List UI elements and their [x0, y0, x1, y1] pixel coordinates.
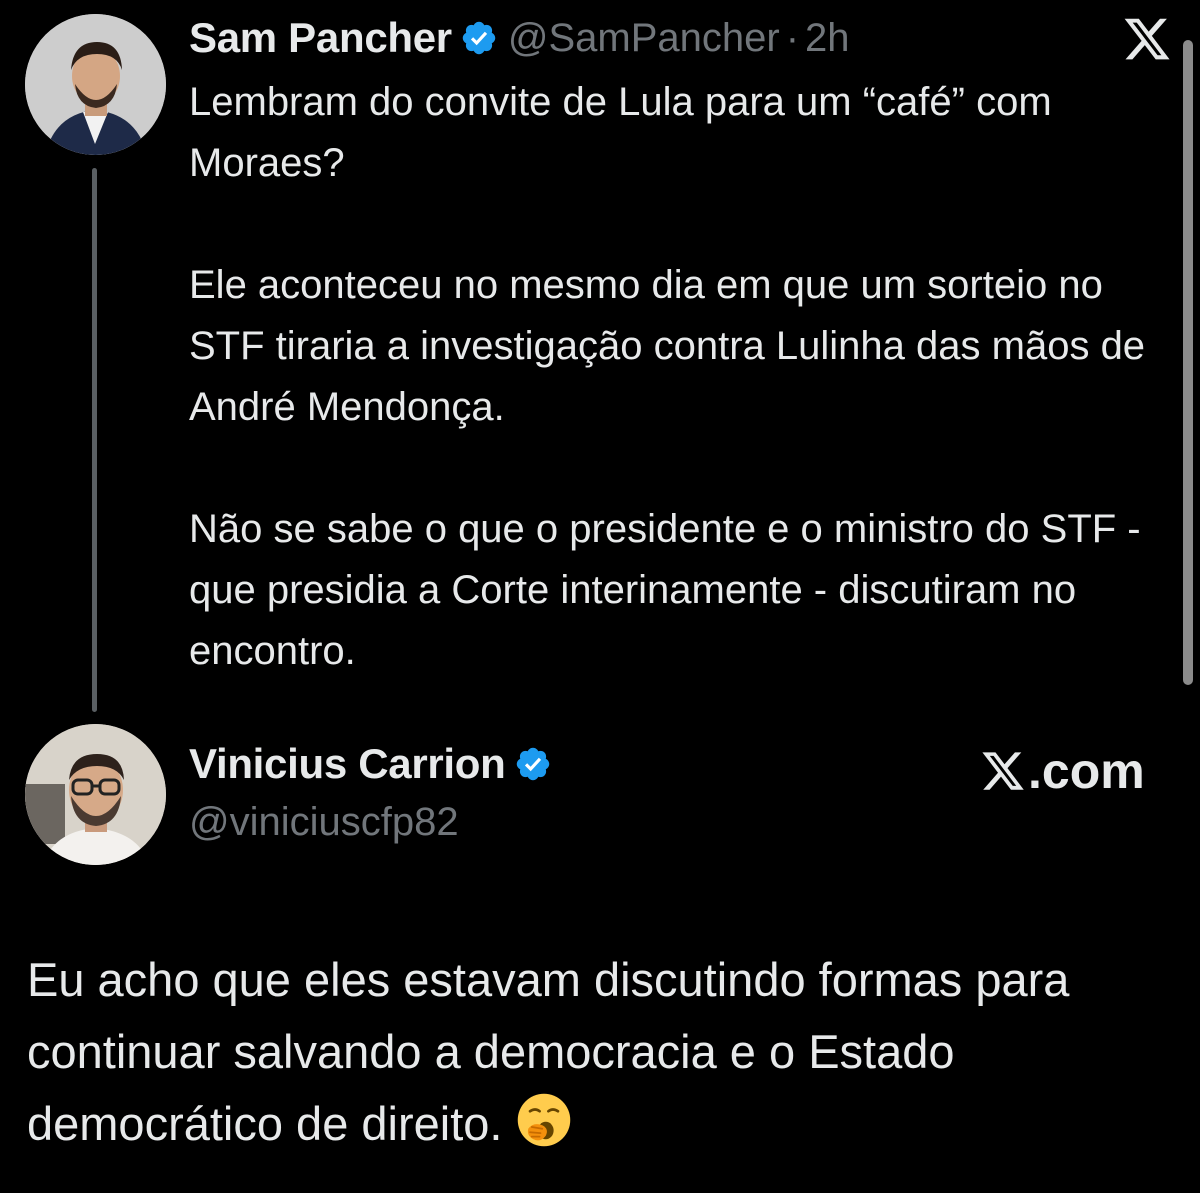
- author-name[interactable]: Sam Pancher: [189, 14, 452, 62]
- quoted-tweet-header: Sam Pancher @SamPancher · 2h: [189, 10, 850, 66]
- tweet-paragraph: Lembram do convite de Lula para um “café…: [189, 80, 1052, 185]
- separator-dot: ·: [785, 15, 800, 60]
- tweet-paragraph: Ele aconteceu no mesmo dia em que um sor…: [189, 263, 1146, 429]
- author-handle[interactable]: @SamPancher: [508, 16, 780, 61]
- verified-badge-icon: [516, 747, 549, 781]
- avatar-photo: [25, 14, 166, 155]
- x-logo-icon[interactable]: [1122, 14, 1172, 64]
- avatar-sam-pancher[interactable]: [25, 14, 166, 155]
- reply-tweet-body: Eu acho que eles estavam discutindo form…: [27, 944, 1177, 1160]
- x-logo-icon: [982, 752, 1024, 790]
- thread-line: [92, 168, 97, 712]
- yawning-face-icon: [518, 1093, 571, 1147]
- avatar-vinicius-carrion[interactable]: [25, 724, 166, 865]
- timestamp[interactable]: 2h: [805, 16, 850, 61]
- author-name[interactable]: Vinicius Carrion: [189, 740, 506, 788]
- scrollbar[interactable]: [1183, 40, 1193, 685]
- verified-badge-icon: [462, 21, 496, 55]
- tweet-text: Eu acho que eles estavam discutindo form…: [27, 944, 1177, 1160]
- x-com-watermark: .com: [980, 742, 1145, 800]
- reply-tweet-header: Vinicius Carrion: [189, 740, 562, 788]
- watermark-label: .com: [1028, 743, 1145, 799]
- quoted-tweet-body: Lembram do convite de Lula para um “café…: [189, 72, 1169, 682]
- tweet-paragraph: Não se sabe o que o presidente e o minis…: [189, 507, 1141, 673]
- author-handle[interactable]: @viniciuscfp82: [189, 800, 459, 845]
- avatar-photo: [25, 724, 166, 865]
